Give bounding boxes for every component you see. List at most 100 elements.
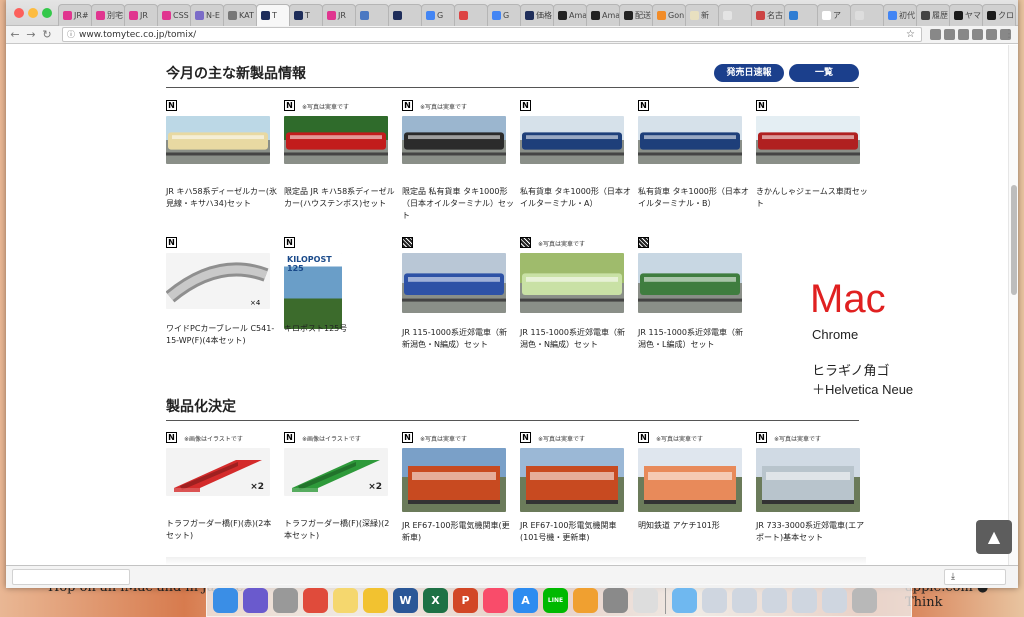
product-image[interactable] xyxy=(284,116,388,164)
notes-icon[interactable] xyxy=(333,588,358,613)
duck-icon[interactable] xyxy=(363,588,388,613)
product-image[interactable] xyxy=(520,116,624,164)
product-title[interactable]: きかんしゃジェームス車両セット xyxy=(756,186,868,210)
product-image[interactable] xyxy=(402,253,506,313)
folder-icon[interactable] xyxy=(672,588,697,613)
music-icon[interactable] xyxy=(483,588,508,613)
product-card[interactable]: N きかんしゃジェームス車両セット xyxy=(756,100,868,220)
tab-13[interactable]: G xyxy=(487,4,521,26)
system-preferences-icon[interactable] xyxy=(603,588,628,613)
product-card[interactable]: N ※写真は実車です JR 733-3000系近郊電車(エアポート)基本セット xyxy=(756,432,866,552)
trash-icon[interactable] xyxy=(852,588,877,613)
ext-1-icon[interactable] xyxy=(930,29,941,40)
product-image[interactable] xyxy=(402,116,506,164)
tab-20[interactable] xyxy=(718,4,752,26)
textedit-icon[interactable] xyxy=(633,588,658,613)
product-title[interactable]: キロポスト125号 xyxy=(284,323,396,335)
word-icon[interactable]: W xyxy=(393,588,418,613)
product-title[interactable]: 限定品 私有貨車 タキ1000形（日本オイルターミナル）セット xyxy=(402,186,514,222)
product-card[interactable]: N ※写真は実車です JR EF67-100形電気機関車(更新車) xyxy=(402,432,512,552)
info-icon[interactable]: ⓘ xyxy=(67,29,75,40)
product-title[interactable]: JR 115-1000系近郊電車（新新潟色・N編成）セット xyxy=(402,327,514,351)
release-news-button[interactable]: 発売日速報 xyxy=(714,64,784,82)
product-card[interactable]: N ※写真は実車です 明知鉄道 アケチ101形 xyxy=(638,432,748,552)
product-card[interactable]: N 私有貨車 タキ1000形（日本オイルターミナル・B） xyxy=(638,100,750,220)
product-title[interactable]: トラフガーダー橋(F)(深緑)(2本セット) xyxy=(284,518,396,542)
tab-9[interactable] xyxy=(355,4,389,26)
photos-icon[interactable] xyxy=(573,588,598,613)
launchpad-icon[interactable] xyxy=(273,588,298,613)
product-image[interactable] xyxy=(638,116,742,164)
powerpoint-icon[interactable]: P xyxy=(453,588,478,613)
product-card[interactable]: N ※写真は実車です JR EF67-100形電気機関車(101号機・更新車) xyxy=(520,432,630,552)
product-image[interactable] xyxy=(638,253,742,313)
tab-14[interactable]: 価格 xyxy=(520,4,554,26)
product-card[interactable]: N ※写真は実車です 限定品 JR キハ58系ディーゼルカー(ハウステンボス)セット xyxy=(284,100,396,220)
product-title[interactable]: ワイドPCカーブレール C541-15-WP(F)(4本セット) xyxy=(166,323,278,347)
product-card[interactable]: N ※画像はイラストです ×2 トラフガーダー橋(F)(赤)(2本セット) xyxy=(166,432,276,552)
product-image[interactable]: KILOPOST 125 xyxy=(284,253,342,329)
zoom-window-button[interactable] xyxy=(42,8,52,18)
tab-17[interactable]: 配送 xyxy=(619,4,653,26)
product-title[interactable]: JR EF67-100形電気機関車(101号機・更新車) xyxy=(520,520,632,544)
tab-8[interactable]: JR xyxy=(322,4,356,26)
close-window-button[interactable] xyxy=(14,8,24,18)
ext-3-icon[interactable] xyxy=(958,29,969,40)
doc-stack-5-icon[interactable] xyxy=(822,588,847,613)
app-store-icon[interactable]: A xyxy=(513,588,538,613)
tab-28[interactable]: クロ xyxy=(982,4,1016,26)
tab-7[interactable]: T xyxy=(289,4,323,26)
product-title[interactable]: 限定品 JR キハ58系ディーゼルカー(ハウステンボス)セット xyxy=(284,186,396,210)
page-scrollbar[interactable] xyxy=(1008,45,1018,565)
tab-19[interactable]: 新 xyxy=(685,4,719,26)
tab-16[interactable]: Ama xyxy=(586,4,620,26)
doc-stack-2-icon[interactable] xyxy=(732,588,757,613)
tab-22[interactable] xyxy=(784,4,818,26)
tab-3[interactable]: CSS xyxy=(157,4,191,26)
scrollbar-thumb[interactable] xyxy=(1011,185,1017,295)
product-card[interactable]: N ×4 ワイドPCカーブレール C541-15-WP(F)(4本セット) xyxy=(166,237,276,357)
list-button[interactable]: 一覧 xyxy=(789,64,859,82)
product-image[interactable] xyxy=(402,448,506,512)
product-card[interactable]: ※写真は実車です JR 115-1000系近郊電車（新潟色・N編成）セット xyxy=(520,237,630,357)
product-image[interactable] xyxy=(756,448,860,512)
ext-2-icon[interactable] xyxy=(944,29,955,40)
tab-6[interactable]: T xyxy=(256,4,290,26)
download-icon[interactable]: ⤓ xyxy=(944,569,1006,585)
product-image[interactable] xyxy=(166,116,270,164)
doc-stack-3-icon[interactable] xyxy=(762,588,787,613)
product-card[interactable]: JR 115-1000系近郊電車（新新潟色・N編成）セット xyxy=(402,237,512,357)
product-card[interactable]: N 私有貨車 タキ1000形（日本オイルターミナル・A） xyxy=(520,100,631,220)
tab-5[interactable]: KAT xyxy=(223,4,257,26)
tab-26[interactable]: 履歴 xyxy=(916,4,950,26)
doc-stack-1-icon[interactable] xyxy=(702,588,727,613)
product-image[interactable]: ×2 xyxy=(284,448,388,496)
product-image[interactable] xyxy=(520,448,624,512)
line-icon[interactable]: LINE xyxy=(543,588,568,613)
product-title[interactable]: 私有貨車 タキ1000形（日本オイルターミナル・B） xyxy=(638,186,750,210)
tab-27[interactable]: ヤマ xyxy=(949,4,983,26)
finder-icon[interactable] xyxy=(213,588,238,613)
tab-4[interactable]: N-E xyxy=(190,4,224,26)
doc-stack-4-icon[interactable] xyxy=(792,588,817,613)
product-card[interactable]: N ※写真は実車です 限定品 私有貨車 タキ1000形（日本オイルターミナル）セット xyxy=(402,100,514,222)
product-card[interactable]: N JR キハ58系ディーゼルカー(氷見線・キサハ34)セット xyxy=(166,100,277,220)
tab-21[interactable]: 名古 xyxy=(751,4,785,26)
product-card[interactable]: N KILOPOST 125 キロポスト125号 xyxy=(284,237,394,357)
tab-10[interactable] xyxy=(388,4,422,26)
bookmark-star-icon[interactable]: ☆ xyxy=(906,29,915,40)
forward-button[interactable]: → xyxy=(24,28,38,41)
product-title[interactable]: トラフガーダー橋(F)(赤)(2本セット) xyxy=(166,518,278,542)
tab-25[interactable]: 初代 xyxy=(883,4,917,26)
tab-11[interactable]: G xyxy=(421,4,455,26)
ext-4-icon[interactable] xyxy=(972,29,983,40)
download-item[interactable] xyxy=(12,569,130,585)
address-bar[interactable]: ⓘ ☆ xyxy=(62,27,922,42)
url-input[interactable] xyxy=(79,29,839,40)
product-title[interactable]: JR 733-3000系近郊電車(エアポート)基本セット xyxy=(756,520,868,544)
tab-18[interactable]: Gon xyxy=(652,4,686,26)
back-to-top-button[interactable]: ▲ xyxy=(976,520,1012,554)
product-title[interactable]: JR EF67-100形電気機関車(更新車) xyxy=(402,520,514,544)
ext-5-icon[interactable] xyxy=(986,29,997,40)
tab-1[interactable]: 別宅 xyxy=(91,4,125,26)
